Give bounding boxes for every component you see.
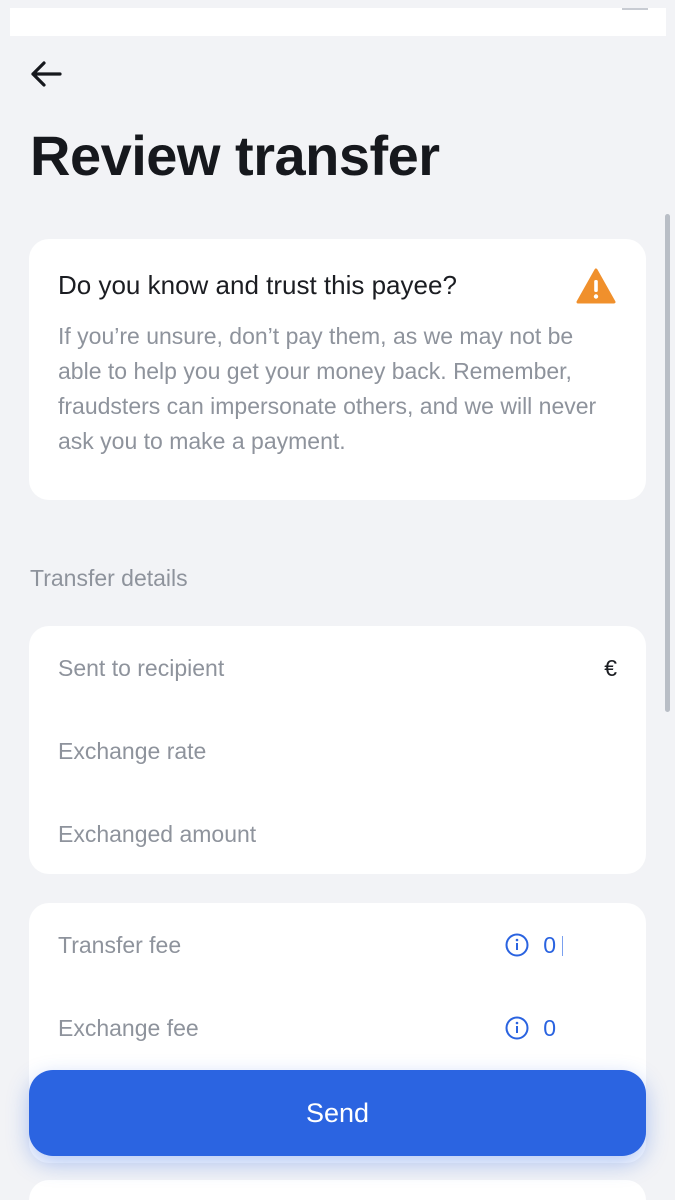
detail-row-exchange-rate: Exchange rate	[58, 733, 617, 769]
detail-label: Exchange rate	[58, 737, 207, 764]
summary-card	[29, 1180, 646, 1200]
warning-title: Do you know and trust this payee?	[58, 270, 457, 300]
warning-body: If you’re unsure, don’t pay them, as we …	[58, 323, 597, 454]
fee-row-transfer-fee: Transfer fee 0	[58, 927, 617, 963]
warning-triangle-icon	[576, 268, 616, 304]
fee-value-group: 0	[505, 932, 563, 959]
fee-value-group: 0	[505, 1015, 563, 1042]
section-label-transfer-details: Transfer details	[30, 565, 188, 591]
detail-label: Exchanged amount	[58, 820, 257, 847]
detail-row-sent-to-recipient: Sent to recipient €	[58, 650, 617, 686]
page-title: Review transfer	[30, 124, 440, 187]
fee-label: Transfer fee	[58, 931, 182, 958]
detail-label: Sent to recipient	[58, 654, 225, 681]
top-strip-mark	[622, 8, 648, 10]
detail-row-exchanged-amount: Exchanged amount	[58, 816, 617, 852]
transfer-details-card: Sent to recipient € Exchange rate Exchan…	[29, 626, 646, 874]
info-icon[interactable]	[505, 933, 529, 957]
review-transfer-screen: Review transfer Do you know and trust th…	[0, 0, 675, 1200]
back-button[interactable]	[26, 54, 66, 94]
arrow-left-icon	[31, 61, 62, 87]
payee-warning-card: Do you know and trust this payee? If you…	[29, 239, 646, 500]
fee-label: Exchange fee	[58, 1014, 199, 1041]
fee-value: 0	[543, 932, 563, 959]
scrollbar[interactable]	[665, 214, 670, 712]
send-button[interactable]: Send	[29, 1070, 646, 1156]
fee-row-exchange-fee: Exchange fee 0	[58, 1010, 617, 1046]
info-icon[interactable]	[505, 1016, 529, 1040]
detail-value: €	[604, 654, 617, 681]
top-status-strip	[10, 8, 666, 36]
fee-value: 0	[543, 1014, 556, 1041]
